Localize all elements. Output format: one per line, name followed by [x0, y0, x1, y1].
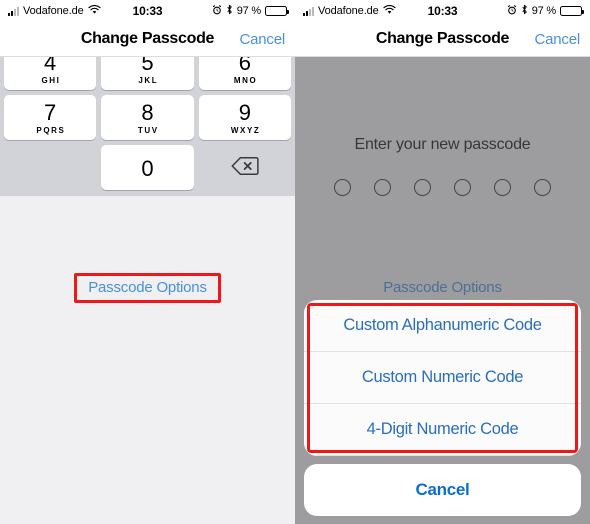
passcode-dot — [334, 179, 351, 196]
key-letters: PQRS — [36, 126, 66, 135]
key-number: 7 — [44, 100, 57, 125]
passcode-dots — [334, 179, 551, 196]
key-letters: GHI — [41, 76, 61, 85]
passcode-dot — [534, 179, 551, 196]
delete-backspace-icon — [231, 156, 259, 181]
key-0[interactable]: 0 — [101, 145, 194, 190]
key-number: 9 — [238, 100, 251, 125]
passcode-options-button[interactable]: Passcode Options — [74, 273, 221, 303]
key-letters: MNO — [233, 76, 258, 85]
passcode-options-label: Passcode Options — [383, 279, 502, 296]
key-number: 8 — [141, 100, 154, 125]
bluetooth-icon — [226, 4, 233, 18]
status-bar-right: 97 % — [212, 4, 289, 18]
phone-screen-right: Vodafone.de 10:33 97 % Change Passcode C… — [295, 0, 590, 524]
keypad-row: 7 PQRS 8 TUV 9 WXYZ — [4, 95, 291, 140]
action-sheet-item-4-digit-numeric[interactable]: 4-Digit Numeric Code — [304, 404, 581, 456]
bluetooth-icon — [521, 4, 528, 18]
key-letters: JKL — [138, 76, 159, 85]
page-title: Change Passcode — [80, 30, 215, 47]
screenshot-root: Vodafone.de 10:33 97 % Change Passcode C… — [0, 0, 590, 524]
navigation-bar: Change Passcode Cancel — [0, 22, 295, 57]
passcode-options-wrap: Passcode Options — [0, 273, 295, 303]
passcode-options-wrap: Passcode Options — [295, 273, 590, 303]
navigation-bar: Change Passcode Cancel — [295, 22, 590, 57]
key-delete[interactable] — [199, 145, 291, 190]
key-number: 0 — [141, 155, 154, 181]
page-title: Change Passcode — [375, 30, 510, 47]
action-sheet-options-group: Custom Alphanumeric Code Custom Numeric … — [304, 300, 581, 456]
battery-icon — [265, 6, 289, 16]
passcode-dot — [494, 179, 511, 196]
passcode-content: Enter your new passcode Passcode Options… — [0, 0, 295, 303]
battery-icon — [560, 6, 584, 16]
key-blank — [4, 145, 96, 190]
battery-percent-label: 97 % — [531, 5, 556, 17]
keypad-row: 0 — [4, 145, 291, 190]
key-letters: TUV — [137, 126, 159, 135]
action-sheet-item-custom-alphanumeric[interactable]: Custom Alphanumeric Code — [304, 300, 581, 352]
passcode-dot — [454, 179, 471, 196]
passcode-prompt: Enter your new passcode — [354, 136, 531, 153]
passcode-options-action-sheet: Custom Alphanumeric Code Custom Numeric … — [304, 300, 581, 516]
key-9[interactable]: 9 WXYZ — [198, 95, 291, 140]
nav-cancel-button[interactable]: Cancel — [240, 31, 286, 48]
passcode-options-button[interactable]: Passcode Options — [369, 273, 516, 303]
key-7[interactable]: 7 PQRS — [4, 95, 97, 140]
passcode-content: Enter your new passcode Passcode Options — [295, 57, 590, 296]
nav-cancel-button[interactable]: Cancel — [535, 31, 581, 48]
status-bar: Vodafone.de 10:33 97 % — [0, 0, 295, 22]
passcode-dot — [374, 179, 391, 196]
passcode-dot — [414, 179, 431, 196]
status-bar: Vodafone.de 10:33 97 % — [295, 0, 590, 22]
alarm-clock-icon — [212, 4, 222, 18]
key-8[interactable]: 8 TUV — [101, 95, 194, 140]
action-sheet-item-custom-numeric[interactable]: Custom Numeric Code — [304, 352, 581, 404]
battery-percent-label: 97 % — [236, 5, 261, 17]
phone-screen-left: Vodafone.de 10:33 97 % Change Passcode C… — [0, 0, 295, 524]
passcode-options-label: Passcode Options — [88, 279, 207, 296]
action-sheet-cancel-button[interactable]: Cancel — [304, 464, 581, 516]
status-bar-right: 97 % — [507, 4, 584, 18]
key-letters: WXYZ — [230, 126, 261, 135]
alarm-clock-icon — [507, 4, 517, 18]
